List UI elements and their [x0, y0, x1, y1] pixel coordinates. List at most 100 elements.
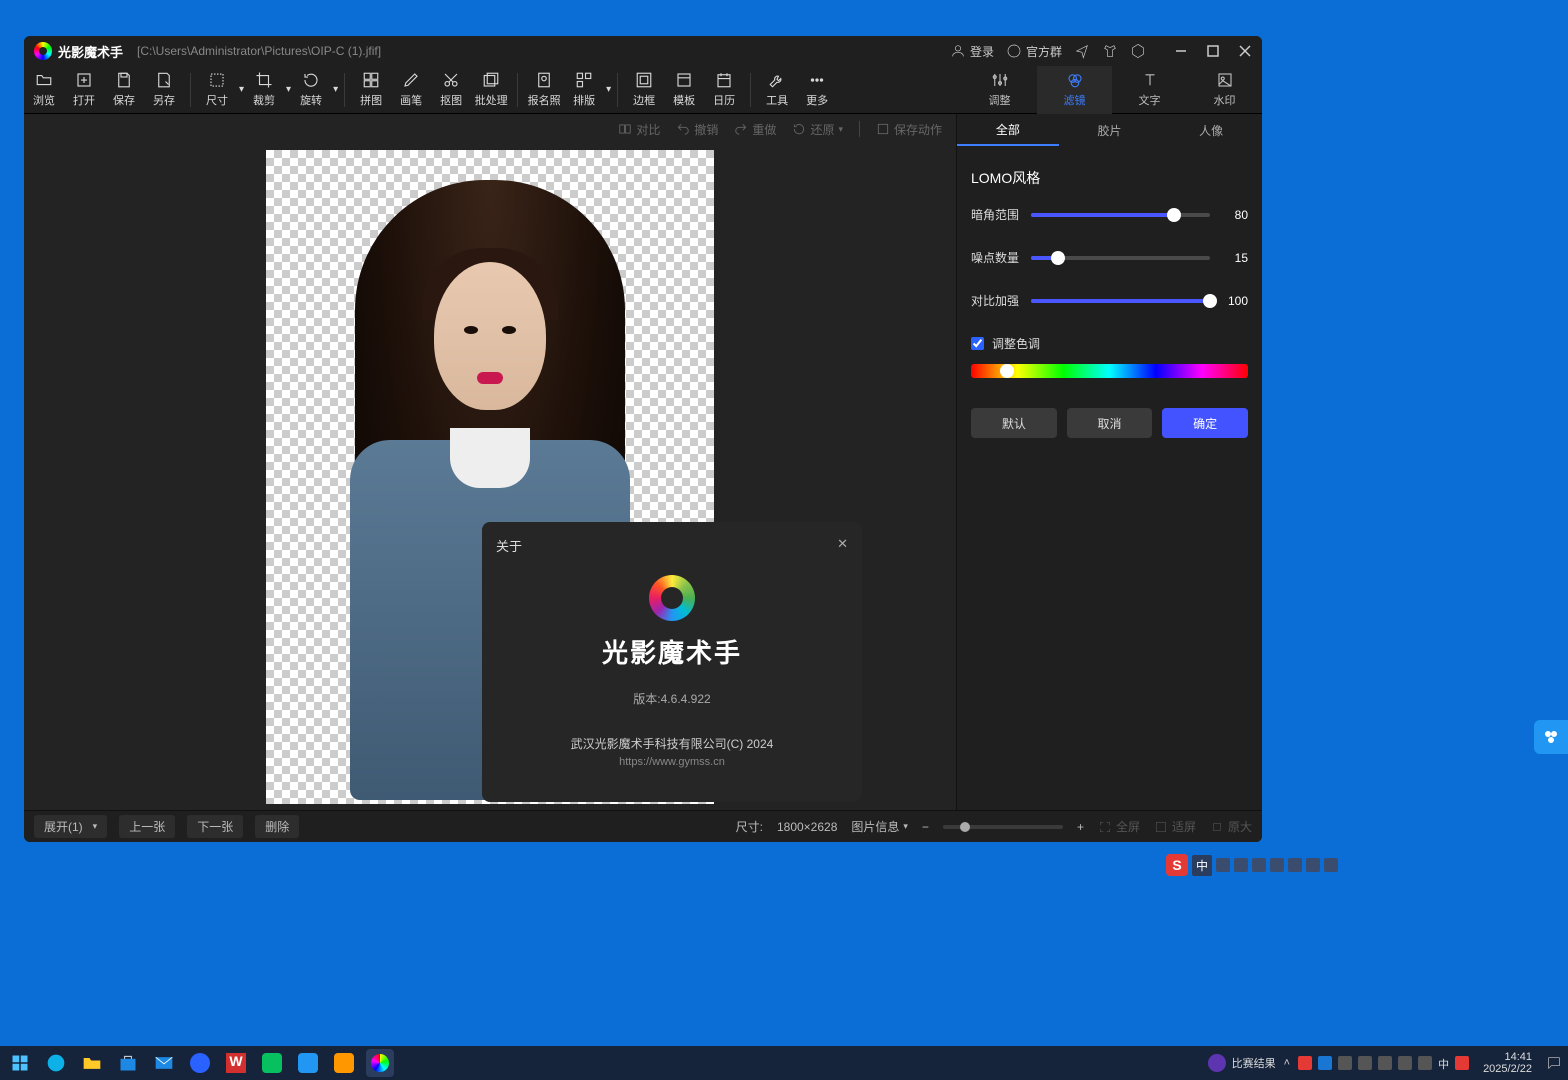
tb-app4[interactable] [330, 1049, 358, 1077]
sb-fit[interactable]: 适屏 [1154, 818, 1196, 835]
tb-size-dd[interactable]: ▾ [237, 66, 244, 114]
btn-default[interactable]: 默认 [971, 408, 1057, 438]
ctb-reset[interactable]: 还原▾ [792, 121, 843, 138]
sb-orig[interactable]: 原大 [1210, 818, 1252, 835]
tb-app-current[interactable] [366, 1049, 394, 1077]
close-button[interactable] [1238, 44, 1252, 58]
ctb-redo[interactable]: 重做 [734, 121, 776, 138]
rtab-adjust[interactable]: 调整 [962, 66, 1037, 114]
tb-crop-dd[interactable]: ▾ [284, 66, 291, 114]
tb-start[interactable] [6, 1049, 34, 1077]
hex-icon[interactable] [1130, 43, 1146, 59]
vignette-slider[interactable] [1031, 213, 1210, 217]
tray-ime[interactable]: 中 [1438, 1056, 1449, 1070]
tb-store[interactable] [114, 1049, 142, 1077]
ctb-undo[interactable]: 撤销 [676, 121, 718, 138]
shirt-icon[interactable] [1102, 43, 1118, 59]
tb-app3[interactable] [294, 1049, 322, 1077]
panel-title: LOMO风格 [971, 168, 1248, 188]
ime-i4[interactable] [1270, 858, 1284, 872]
zoom-out[interactable]: − [922, 820, 929, 834]
tray-icon-4[interactable] [1358, 1056, 1372, 1070]
tb-explorer[interactable] [78, 1049, 106, 1077]
ptab-film[interactable]: 胶片 [1059, 114, 1161, 146]
sb-delete[interactable]: 删除 [255, 815, 299, 838]
ctb-saveaction[interactable]: 保存动作 [876, 121, 942, 138]
taskbar-clock[interactable]: 14:41 2025/2/22 [1483, 1051, 1532, 1075]
tb-crop[interactable]: 裁剪 [244, 66, 284, 114]
rtab-text[interactable]: 文字 [1112, 66, 1187, 114]
tb-idphoto[interactable]: 报名照 [524, 66, 564, 114]
btn-cancel[interactable]: 取消 [1067, 408, 1153, 438]
ctb-compare[interactable]: 对比 [618, 121, 660, 138]
tb-save[interactable]: 保存 [104, 66, 144, 114]
tb-layout-dd[interactable]: ▾ [604, 66, 611, 114]
contrast-slider[interactable] [1031, 299, 1210, 303]
tb-batch[interactable]: 批处理 [471, 66, 511, 114]
rtab-filter[interactable]: 滤镜 [1037, 66, 1112, 114]
tb-border[interactable]: 边框 [624, 66, 664, 114]
tb-open[interactable]: 打开 [64, 66, 104, 114]
sb-fullscreen[interactable]: 全屏 [1098, 818, 1140, 835]
share-icon[interactable] [1074, 43, 1090, 59]
tray-icon-2[interactable] [1318, 1056, 1332, 1070]
tb-layout[interactable]: 排版 [564, 66, 604, 114]
ime-i1[interactable] [1216, 858, 1230, 872]
tb-wechat[interactable] [258, 1049, 286, 1077]
ctb-compare-label: 对比 [636, 121, 660, 138]
ime-float[interactable]: S 中 [1166, 853, 1338, 877]
sb-next[interactable]: 下一张 [187, 815, 243, 838]
tb-more[interactable]: 更多 [797, 66, 837, 114]
tb-save-label: 保存 [113, 92, 135, 108]
ptab-all[interactable]: 全部 [957, 114, 1059, 146]
ime-i3[interactable] [1252, 858, 1266, 872]
tb-template[interactable]: 模板 [664, 66, 704, 114]
login-button[interactable]: 登录 [950, 43, 994, 60]
btn-ok[interactable]: 确定 [1162, 408, 1248, 438]
hue-slider[interactable] [971, 364, 1248, 378]
tb-rotate[interactable]: 旋转 [291, 66, 331, 114]
sb-expand[interactable]: 展开(1)▾ [34, 815, 107, 838]
tb-app1[interactable] [186, 1049, 214, 1077]
hue-checkbox[interactable] [971, 337, 984, 350]
tray-chevron[interactable]: ˄ [1284, 1057, 1290, 1069]
ptab-portrait[interactable]: 人像 [1160, 114, 1262, 146]
tray-icon-3[interactable] [1338, 1056, 1352, 1070]
sb-info[interactable]: 图片信息▾ [851, 818, 908, 835]
tray-icon-5[interactable] [1378, 1056, 1392, 1070]
side-float-button[interactable] [1534, 720, 1568, 754]
minimize-button[interactable] [1174, 44, 1188, 58]
ime-i7[interactable] [1324, 858, 1338, 872]
tb-collage[interactable]: 拼图 [351, 66, 391, 114]
tb-size[interactable]: 尺寸 [197, 66, 237, 114]
tb-mail[interactable] [150, 1049, 178, 1077]
tb-saveas[interactable]: 另存 [144, 66, 184, 114]
tb-rotate-dd[interactable]: ▾ [331, 66, 338, 114]
ime-i2[interactable] [1234, 858, 1248, 872]
tb-edge[interactable] [42, 1049, 70, 1077]
tray-icon-8[interactable] [1455, 1056, 1469, 1070]
tb-browse[interactable]: 浏览 [24, 66, 64, 114]
tray-icon-7[interactable] [1418, 1056, 1432, 1070]
tray-icon-1[interactable] [1298, 1056, 1312, 1070]
sb-prev[interactable]: 上一张 [119, 815, 175, 838]
tb-app2[interactable]: W [222, 1049, 250, 1077]
tb-tools[interactable]: 工具 [757, 66, 797, 114]
noise-slider[interactable] [1031, 256, 1210, 260]
ime-lang[interactable]: 中 [1192, 855, 1212, 876]
ime-i6[interactable] [1306, 858, 1320, 872]
rtab-watermark[interactable]: 水印 [1187, 66, 1262, 114]
zoom-in[interactable]: + [1077, 820, 1084, 834]
tb-calendar-label: 日历 [713, 92, 735, 108]
tray-icon-6[interactable] [1398, 1056, 1412, 1070]
tb-match[interactable]: 比赛结果 [1208, 1054, 1276, 1072]
notification-icon[interactable] [1546, 1055, 1562, 1071]
zoom-slider[interactable] [943, 825, 1063, 829]
maximize-button[interactable] [1206, 44, 1220, 58]
ime-i5[interactable] [1288, 858, 1302, 872]
tb-calendar[interactable]: 日历 [704, 66, 744, 114]
about-close-button[interactable]: ✕ [837, 536, 848, 555]
group-button[interactable]: 官方群 [1006, 43, 1062, 60]
tb-pen[interactable]: 画笔 [391, 66, 431, 114]
tb-cutout[interactable]: 抠图 [431, 66, 471, 114]
